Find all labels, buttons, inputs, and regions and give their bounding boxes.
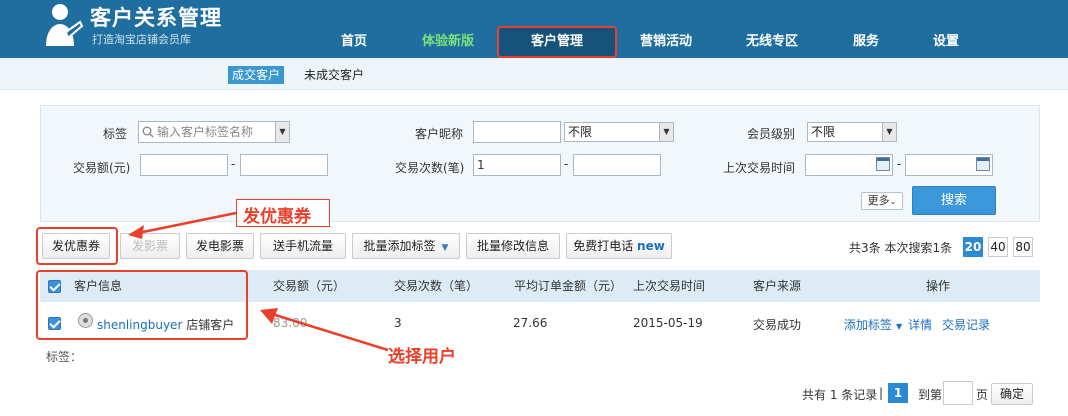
cell-last-trade: 2015-05-19: [633, 316, 703, 330]
row-tags-label: 标签：: [46, 350, 83, 364]
goto-page-input[interactable]: [943, 381, 973, 405]
last-trade-dash: -: [897, 157, 902, 171]
nav-customer-management[interactable]: 客户管理: [497, 26, 617, 58]
th-actions: 操作: [926, 279, 951, 293]
page-size-80[interactable]: 80: [1013, 237, 1033, 257]
caret-down-icon[interactable]: ▼: [896, 322, 902, 331]
nav-marketing[interactable]: 营销活动: [630, 26, 702, 58]
app-subtitle: 打造淘宝店铺会员库: [92, 33, 191, 46]
trade-records-link[interactable]: 交易记录: [942, 318, 990, 332]
arrow-icon: [128, 211, 237, 239]
user-logo-icon: [46, 4, 84, 46]
level-select-value: 不限: [811, 125, 836, 139]
th-average: 平均订单金额（元）: [514, 279, 623, 293]
arrow-icon: [260, 308, 389, 352]
cell-count: 3: [394, 316, 402, 330]
tab-closed-customers[interactable]: 成交客户: [228, 66, 285, 84]
count-dash: -: [564, 157, 569, 171]
nick-input[interactable]: [473, 121, 561, 143]
nick-select[interactable]: 不限 ▼: [564, 122, 674, 142]
amount-label: 交易额(元): [73, 161, 131, 175]
batch-add-tag-label: 批量添加标签: [363, 239, 436, 253]
amount-min-input[interactable]: [140, 154, 228, 176]
send-mobile-data-button[interactable]: 送手机流量: [260, 233, 346, 259]
count-min-input[interactable]: 1: [473, 154, 561, 176]
amount-dash: -: [231, 157, 236, 171]
cell-actions: 添加标签 ▼ 详情 交易记录: [844, 316, 990, 333]
table-row: shenlingbuyer 店铺客户: [97, 316, 234, 333]
confirm-button[interactable]: 确定: [991, 383, 1033, 405]
coupon-highlight-box: [36, 227, 118, 265]
batch-edit-button[interactable]: 批量修改信息: [466, 233, 560, 259]
last-trade-end-input[interactable]: [905, 154, 993, 176]
search-button[interactable]: 搜索: [912, 186, 996, 215]
search-icon: [142, 126, 154, 138]
cell-source: 交易成功: [753, 318, 802, 332]
pager-separator: |: [879, 386, 884, 400]
nav-service[interactable]: 服务: [842, 26, 890, 58]
nav-settings[interactable]: 设置: [922, 26, 970, 58]
page-size-40[interactable]: 40: [988, 237, 1008, 257]
detail-link[interactable]: 详情: [908, 318, 932, 332]
calendar-icon[interactable]: [976, 157, 990, 171]
caret-down-icon: ▼: [441, 243, 449, 253]
chevron-down-icon: ▼: [659, 123, 673, 141]
nav-try-new[interactable]: 体验新版: [412, 26, 484, 58]
batch-add-tag-button[interactable]: 批量添加标签 ▼: [352, 233, 460, 259]
tag-label: 标签: [103, 127, 128, 141]
tag-search-input[interactable]: 输入客户标签名称 ▼: [138, 121, 290, 143]
last-trade-label: 上次交易时间: [723, 161, 796, 175]
sub-nav: 成交客户 未成交客户: [0, 58, 1068, 90]
page-size-20[interactable]: 20: [963, 237, 983, 257]
row-checkbox[interactable]: [48, 317, 61, 330]
current-page-button[interactable]: 1: [888, 383, 908, 403]
customer-type: 店铺客户: [186, 318, 235, 332]
free-call-label: 免费打电话: [573, 239, 634, 253]
more-button-label: 更多: [867, 194, 890, 207]
th-amount: 交易额（元）: [273, 279, 346, 293]
level-select[interactable]: 不限 ▼: [807, 122, 897, 142]
th-last-trade: 上次交易时间: [633, 279, 706, 293]
total-records: 共有 1 条记录: [802, 388, 878, 402]
th-count: 交易次数（笔）: [394, 279, 479, 293]
cell-average: 27.66: [513, 316, 548, 330]
goto-label: 到第: [918, 388, 943, 402]
search-stats: 共3条 本次搜索1条: [849, 241, 953, 255]
th-source: 客户来源: [753, 279, 802, 293]
tab-open-customers[interactable]: 未成交客户: [300, 66, 368, 84]
page-suffix: 页: [976, 388, 989, 402]
chevron-down-icon[interactable]: ▼: [275, 122, 289, 142]
tag-search-placeholder: 输入客户标签名称: [157, 125, 254, 139]
amount-max-input[interactable]: [240, 154, 328, 176]
customer-name-link[interactable]: shenlingbuyer: [97, 318, 182, 332]
nick-label: 客户昵称: [415, 127, 464, 141]
count-label: 交易次数(笔): [395, 161, 465, 175]
free-call-button[interactable]: 免费打电话 new: [566, 233, 672, 259]
top-header: 客户关系管理 打造淘宝店铺会员库 首页 体验新版 客户管理 营销活动 无线专区 …: [0, 0, 1068, 58]
nav-wireless[interactable]: 无线专区: [736, 26, 808, 58]
calendar-icon[interactable]: [876, 157, 890, 171]
more-button[interactable]: 更多⌄: [861, 192, 903, 210]
app-title: 客户关系管理: [90, 6, 222, 30]
new-badge: new: [637, 239, 665, 253]
level-label: 会员级别: [747, 127, 796, 141]
last-trade-start-input[interactable]: [805, 154, 893, 176]
nick-select-value: 不限: [568, 125, 593, 139]
nav-home[interactable]: 首页: [326, 26, 382, 58]
count-max-input[interactable]: [573, 154, 661, 176]
avatar: [78, 313, 93, 328]
chevron-down-icon: ▼: [882, 123, 896, 141]
chevron-down-icon: ⌄: [889, 197, 897, 206]
coupon-annotation-text: 发优惠券: [243, 207, 311, 227]
add-tag-link[interactable]: 添加标签: [844, 318, 892, 332]
select-user-annotation-text: 选择用户: [388, 347, 456, 367]
